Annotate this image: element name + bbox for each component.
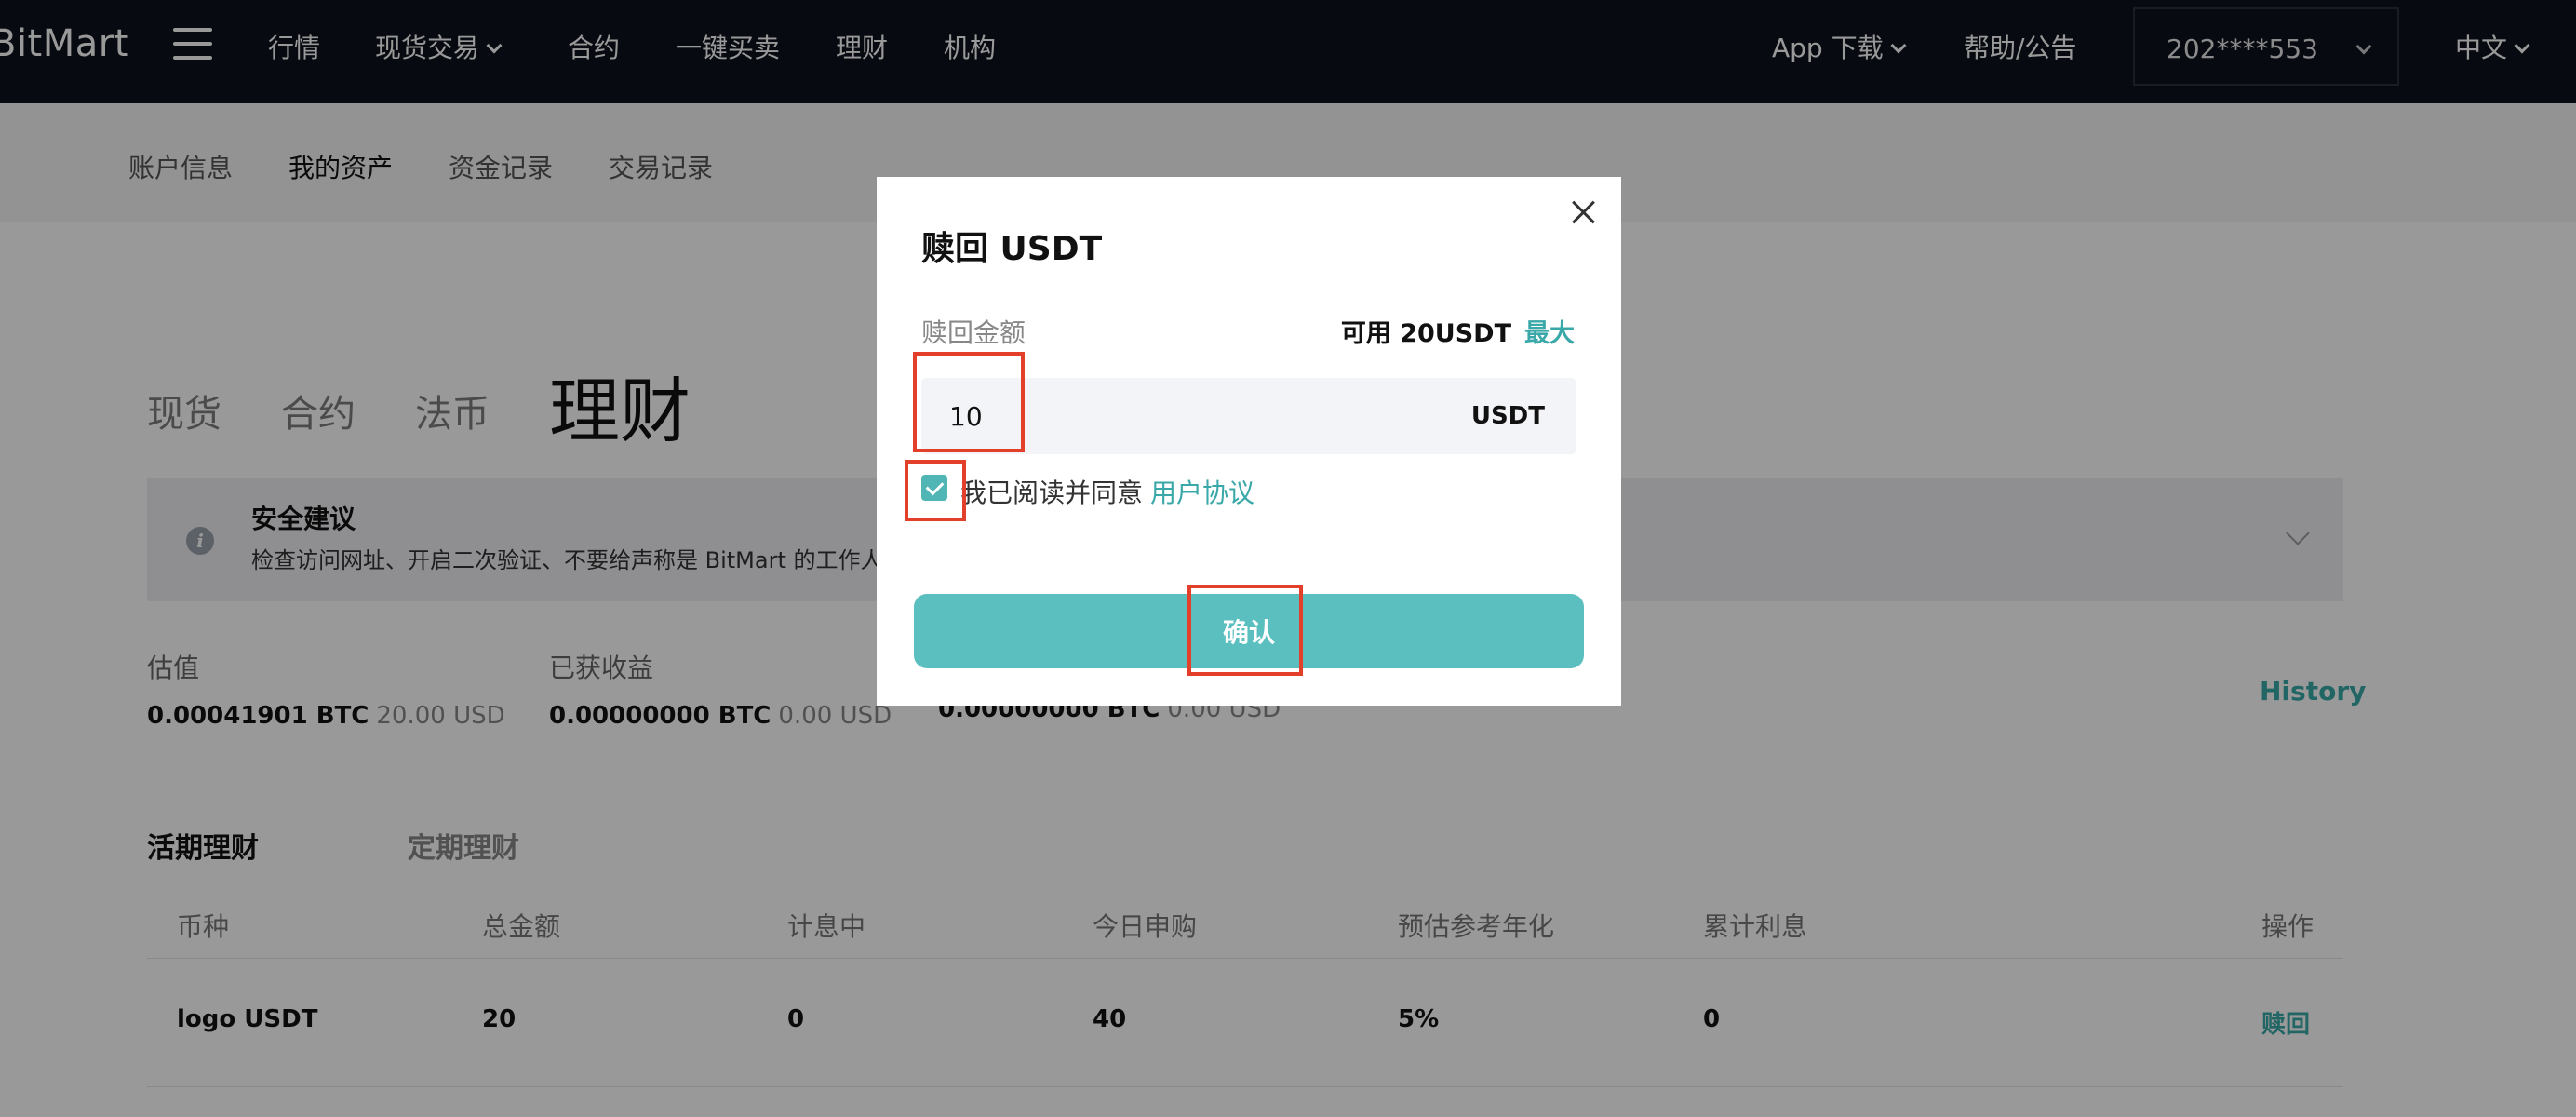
max-button[interactable]: 最大 [1524,319,1575,348]
annotation-checkbox [905,460,966,521]
annotation-amount-input [913,352,1025,452]
available-balance: 可用 20USDT 最大 [1341,313,1575,349]
redeem-amount-label: 赎回金额 [921,317,1026,348]
amount-unit: USDT [1470,402,1545,430]
agree-label: 我已阅读并同意 [960,478,1144,508]
close-icon[interactable] [1567,195,1601,229]
available-text: 可用 20USDT [1340,319,1511,348]
annotation-confirm [1187,585,1303,676]
modal-title: 赎回 USDT [921,230,1103,268]
user-agreement-link[interactable]: 用户协议 [1150,478,1254,508]
agreement-text: 我已阅读并同意 用户协议 [960,473,1254,510]
